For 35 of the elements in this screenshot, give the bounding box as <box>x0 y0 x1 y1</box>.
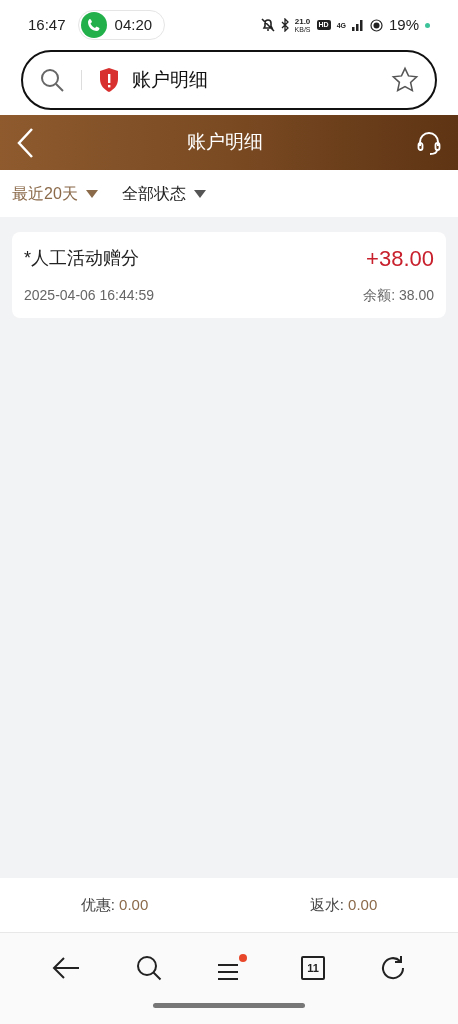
arrow-left-icon[interactable] <box>51 956 81 980</box>
filter-dropdown[interactable]: 最近20天 <box>12 181 98 206</box>
call-timer: 04:20 <box>114 14 153 35</box>
summary-item: 优惠: 0.00 <box>80 894 149 915</box>
menu-icon <box>217 962 239 982</box>
address-bar[interactable]: 账户明细 <box>21 50 437 110</box>
bluetooth-icon <box>280 18 289 32</box>
record-title: *人工活动赠分 <box>24 247 139 270</box>
signal-icon <box>351 19 364 31</box>
record-amount: +38.00 <box>366 245 434 273</box>
dropdown-caret-icon <box>193 189 206 198</box>
headset-icon[interactable] <box>416 129 442 156</box>
search-icon <box>39 67 65 93</box>
star-icon[interactable] <box>391 66 419 94</box>
page-title: 账户明细 <box>132 67 209 92</box>
header-title: 账户明细 <box>187 130 263 155</box>
status-dot-icon <box>425 22 430 28</box>
phone-icon <box>80 12 107 38</box>
dropdown-caret-icon <box>85 189 98 198</box>
battery-ring-icon <box>369 18 383 32</box>
menu-button[interactable] <box>217 954 247 982</box>
net-speed: 21.0 <box>294 17 311 26</box>
record-time: 2025-04-06 16:44:59 <box>24 286 154 305</box>
battery-percent: 19% <box>388 14 419 35</box>
refresh-icon[interactable] <box>379 954 407 982</box>
search-icon[interactable] <box>135 954 163 982</box>
bell-muted-icon <box>260 18 275 32</box>
warning-shield-icon <box>98 67 120 93</box>
summary-item: 返水: 0.00 <box>309 894 378 915</box>
filter-dropdown[interactable]: 全部状态 <box>121 181 206 206</box>
tab-count-button[interactable]: 11 <box>301 956 325 980</box>
clock-time: 16:47 <box>28 14 66 35</box>
record-balance: 余额: 38.00 <box>363 286 434 305</box>
back-icon[interactable] <box>16 126 34 159</box>
record-card[interactable]: *人工活动赠分 +38.00 2025-04-06 16:44:59 余额: 38.00 <box>12 232 446 318</box>
